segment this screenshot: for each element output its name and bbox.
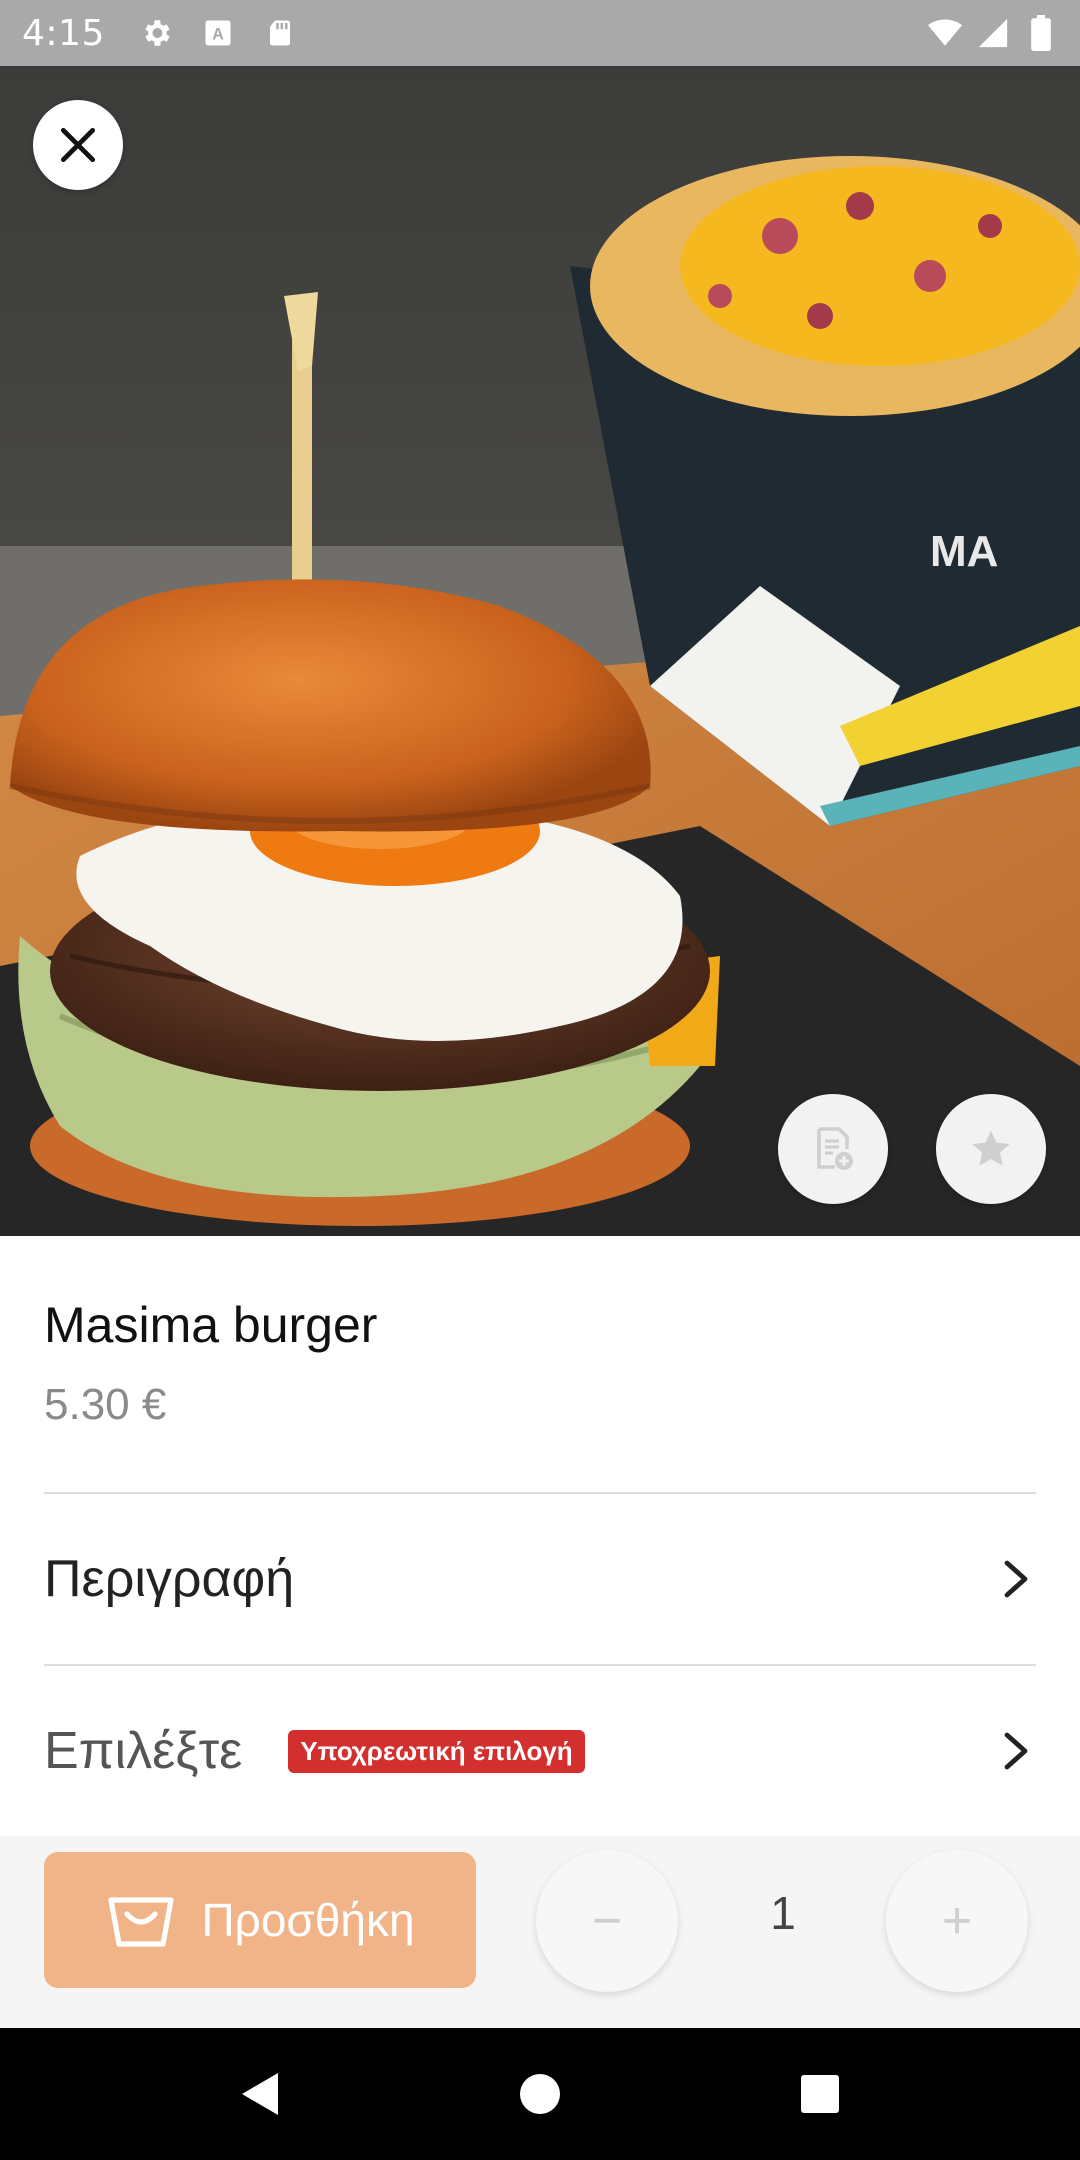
quantity-value: 1 [770,1887,796,1939]
battery-icon [1024,15,1058,51]
close-icon [60,127,96,163]
home-button[interactable] [510,2064,570,2124]
plus-icon: + [941,1892,973,1950]
favorite-button[interactable] [936,1094,1046,1204]
status-time: 4:15 [22,12,105,54]
a-font-icon: A [201,16,235,50]
select-label: Επιλέξτε [44,1722,243,1780]
product-price: 5.30 € [44,1380,167,1429]
close-button[interactable] [33,100,123,190]
sd-card-icon [263,16,297,50]
star-icon [972,1130,1010,1166]
action-bar: Προσθήκη − 1 + [0,1836,1080,2028]
home-circle-icon [520,2074,560,2114]
status-bar: 4:15 A [0,0,1080,66]
decrease-quantity-button[interactable]: − [536,1850,678,1992]
required-badge: Υποχρεωτική επιλογή [288,1729,585,1773]
increase-quantity-button[interactable]: + [886,1850,1028,1992]
shopping-bag-icon [108,1897,175,1947]
recents-square-icon [801,2075,839,2113]
back-triangle-icon [242,2073,278,2115]
select-option-row[interactable]: Επιλέξτε Υποχρεωτική επιλογή [44,1666,1036,1836]
product-name: Masima burger [44,1297,378,1353]
navigation-bar [0,2028,1080,2160]
description-label: Περιγραφή [44,1550,295,1608]
add-note-icon [817,1127,853,1170]
description-row[interactable]: Περιγραφή [44,1494,1036,1664]
svg-text:MA: MA [930,527,998,576]
burger-photo-illustration: MA [0,66,1080,1236]
wifi-icon [928,16,962,50]
status-icons-left: A [139,16,297,50]
add-to-cart-button[interactable]: Προσθήκη [44,1852,476,1988]
status-icons-right [928,15,1058,51]
recents-button[interactable] [790,2064,850,2124]
add-note-button[interactable] [778,1094,888,1204]
product-photo: MA [0,66,1080,1236]
signal-icon [976,16,1010,50]
add-button-label: Προσθήκη [201,1894,415,1946]
settings-icon [139,16,173,50]
minus-icon: − [591,1892,623,1950]
chevron-right-icon [996,1731,1036,1771]
chevron-right-icon [996,1559,1036,1599]
back-button[interactable] [230,2064,290,2124]
svg-text:A: A [212,25,224,43]
